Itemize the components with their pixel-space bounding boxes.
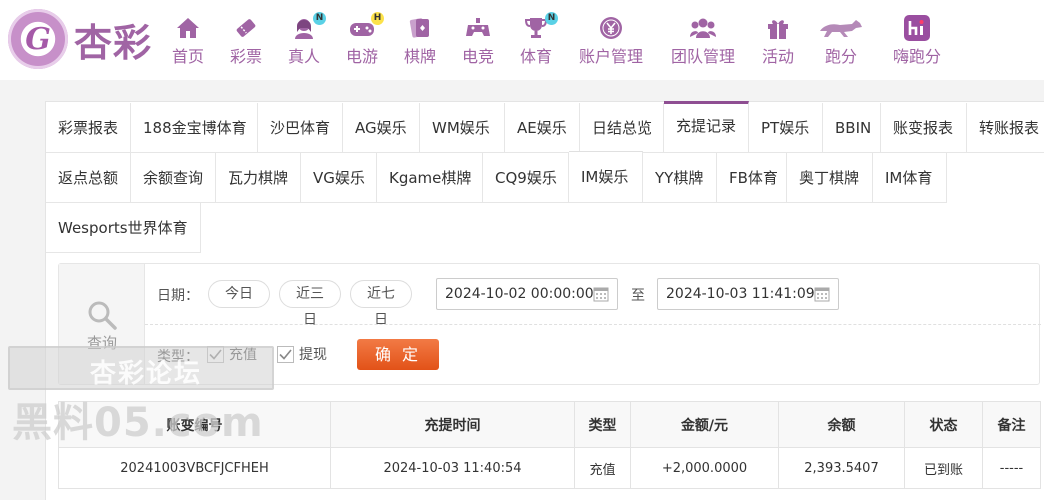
esports-controller-icon [465, 16, 491, 40]
cell-status: 已到账 [904, 447, 983, 489]
tab-ag[interactable]: AG娱乐 [343, 103, 420, 153]
nav-item-slots[interactable]: H 电游 [344, 12, 384, 70]
tab-balance-query[interactable]: 余额查询 [131, 153, 216, 203]
col-header-time[interactable]: 充提时间 [330, 401, 575, 448]
records-table: 账变编号 充提时间 类型 金额/元 余额 状态 备注 20241003VBCFJ… [58, 401, 1041, 489]
cell-time: 2024-10-03 11:40:54 [330, 447, 575, 489]
query-form: 查询 日期： 今日 近三日 近七日 2024-10-02 00:00:00 至 … [58, 263, 1041, 385]
calendar-icon [814, 287, 830, 302]
col-header-status[interactable]: 状态 [904, 401, 983, 448]
col-header-note[interactable]: 备注 [982, 401, 1041, 448]
cell-id: 20241003VBCFJCFHEH [58, 447, 331, 489]
tab-188bet-sports[interactable]: 188金宝博体育 [131, 103, 258, 153]
search-icon [87, 300, 117, 330]
tab-wesports[interactable]: Wesports世界体育 [46, 203, 201, 253]
tab-transfer-report[interactable]: 转账报表 [967, 103, 1044, 153]
tab-balance-change-report[interactable]: 账变报表 [881, 103, 967, 153]
col-header-type[interactable]: 类型 [574, 401, 631, 448]
home-icon [175, 16, 201, 40]
brand-logo[interactable]: G 杏彩 [8, 8, 168, 70]
logo-emblem-icon: G [8, 9, 68, 69]
range-today-button[interactable]: 今日 [208, 280, 270, 308]
new-badge: N [545, 12, 558, 25]
col-header-balance[interactable]: 余额 [778, 401, 905, 448]
range-3days-button[interactable]: 近三日 [279, 280, 341, 328]
start-date-input[interactable]: 2024-10-02 00:00:00 [436, 278, 618, 310]
nav-item-events[interactable]: 活动 [760, 12, 796, 70]
cell-note: ----- [982, 447, 1041, 489]
col-header-amount[interactable]: 金额/元 [630, 401, 779, 448]
type-label: 类型： [157, 349, 199, 365]
tab-bbin[interactable]: BBIN [823, 103, 881, 153]
tab-vg[interactable]: VG娱乐 [301, 153, 377, 203]
cell-balance: 2,393.5407 [778, 447, 905, 489]
tab-cq9[interactable]: CQ9娱乐 [483, 153, 569, 203]
checkmark-icon [277, 345, 294, 363]
row-divider [145, 324, 1041, 325]
tab-deposit-withdraw-records[interactable]: 充提记录 [664, 101, 749, 153]
racing-dog-icon [818, 16, 864, 40]
nav-item-sports[interactable]: N 体育 [518, 12, 558, 70]
cell-type: 充值 [574, 447, 631, 489]
nav-item-live[interactable]: N 真人 [286, 12, 326, 70]
table-row[interactable]: 20241003VBCFJCFHEH 2024-10-03 11:40:54 充… [58, 447, 1041, 489]
nav-item-cards[interactable]: 棋牌 [402, 12, 438, 70]
tab-daily-overview[interactable]: 日结总览 [580, 103, 664, 153]
tab-pt[interactable]: PT娱乐 [749, 103, 823, 153]
nav-item-esports[interactable]: 电竞 [460, 12, 496, 70]
hot-badge: H [371, 12, 384, 25]
gift-icon [765, 16, 791, 40]
nav-item-run-score[interactable]: 跑分 [816, 12, 866, 70]
deposit-checkbox[interactable]: 充值 [207, 344, 257, 364]
tab-wali-cards[interactable]: 瓦力棋牌 [216, 153, 301, 203]
tab-rebate-total[interactable]: 返点总额 [46, 153, 131, 203]
tab-odin-cards[interactable]: 奥丁棋牌 [787, 153, 873, 203]
table-header-row: 账变编号 充提时间 类型 金额/元 余额 状态 备注 [58, 401, 1041, 448]
nav-item-account[interactable]: 账户管理 [576, 12, 646, 70]
nav-item-team[interactable]: 团队管理 [668, 12, 738, 70]
tab-saba-sports[interactable]: 沙巴体育 [258, 103, 343, 153]
nav-item-home[interactable]: 首页 [170, 12, 206, 70]
query-label: 查询 [86, 334, 117, 352]
tab-ae[interactable]: AE娱乐 [505, 103, 580, 153]
cards-icon [407, 16, 433, 40]
tab-wm[interactable]: WM娱乐 [420, 103, 505, 153]
query-side[interactable]: 查询 [59, 264, 145, 384]
team-icon [690, 16, 716, 40]
nav-item-lottery[interactable]: 彩票 [228, 12, 264, 70]
tab-kgame-cards[interactable]: Kgame棋牌 [377, 153, 483, 203]
hi-app-icon [904, 15, 930, 41]
checkmark-icon [207, 345, 224, 363]
trophy-icon: N [523, 12, 558, 40]
tab-fb-sports[interactable]: FB体育 [717, 153, 787, 203]
tab-im[interactable]: IM娱乐 [569, 151, 643, 203]
range-7days-button[interactable]: 近七日 [350, 280, 412, 328]
gamepad-icon: H [349, 12, 384, 40]
confirm-button[interactable]: 确 定 [357, 339, 439, 370]
live-dealer-icon: N [291, 12, 326, 40]
new-badge: N [313, 12, 326, 25]
account-coin-icon [598, 16, 624, 40]
tab-im-sports[interactable]: IM体育 [873, 153, 947, 203]
end-date-input[interactable]: 2024-10-03 11:41:09 [657, 278, 839, 310]
date-label: 日期： [157, 288, 199, 304]
to-label: 至 [631, 288, 645, 304]
top-header: G 杏彩 首页 彩票 N 真人 H 电游 棋牌 电竞 N 体育 账户管理 团队管… [0, 0, 1044, 80]
tab-yy-cards[interactable]: YY棋牌 [643, 153, 717, 203]
calendar-icon [593, 287, 609, 302]
col-header-id[interactable]: 账变编号 [58, 401, 331, 448]
withdraw-checkbox[interactable]: 提现 [277, 344, 327, 364]
logo-text: 杏彩 [74, 19, 153, 65]
nav-item-hi-run-score[interactable]: 嗨跑分 [890, 12, 944, 70]
cell-amount: +2,000.0000 [630, 447, 779, 489]
tab-lottery-report[interactable]: 彩票报表 [46, 103, 131, 153]
lottery-ticket-icon [233, 16, 259, 40]
